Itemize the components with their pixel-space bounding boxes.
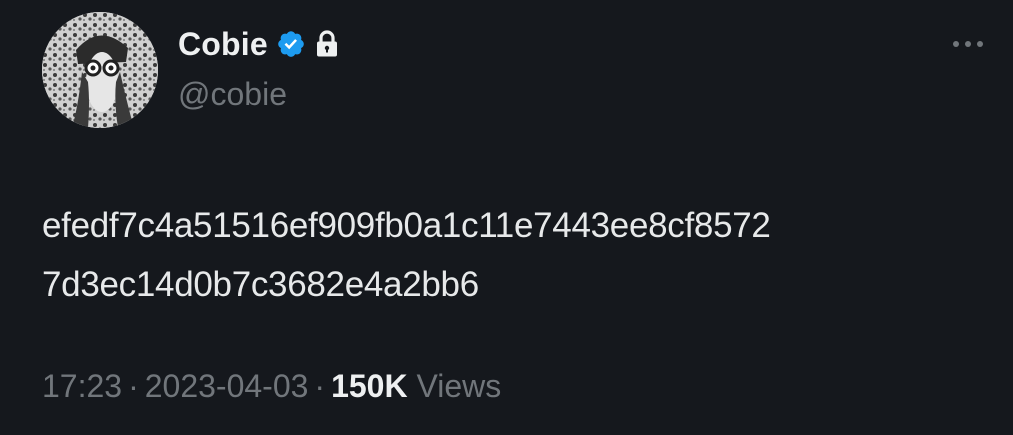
verified-badge-icon (276, 29, 306, 59)
avatar[interactable] (42, 12, 158, 128)
meta-separator: · (128, 368, 139, 404)
tweet-time[interactable]: 17:23 (42, 368, 122, 404)
tweet-card: Cobie @cobie efedf7c4a51516ef909fb0a1c11… (0, 0, 1013, 435)
tweet-text-line: efedf7c4a51516ef909fb0a1c11e7443ee8cf857… (42, 206, 771, 245)
tweet-text: efedf7c4a51516ef909fb0a1c11e7443ee8cf857… (42, 196, 1002, 314)
display-name[interactable]: Cobie (178, 26, 268, 63)
tweet-date[interactable]: 2023-04-03 (145, 368, 309, 404)
avatar-image (42, 12, 158, 128)
tweet-text-line: 7d3ec14d0b7c3682e4a2bb6 (42, 265, 479, 304)
views-count[interactable]: 150K (331, 368, 408, 404)
author-handle[interactable]: @cobie (178, 76, 287, 113)
tweet-meta: 17:23 · 2023-04-03 · 150K Views (42, 368, 501, 405)
author-name-row: Cobie (178, 24, 339, 64)
more-options-icon[interactable] (947, 36, 989, 52)
lock-icon (315, 30, 339, 58)
views-label: Views (416, 368, 502, 404)
meta-separator: · (314, 368, 326, 404)
